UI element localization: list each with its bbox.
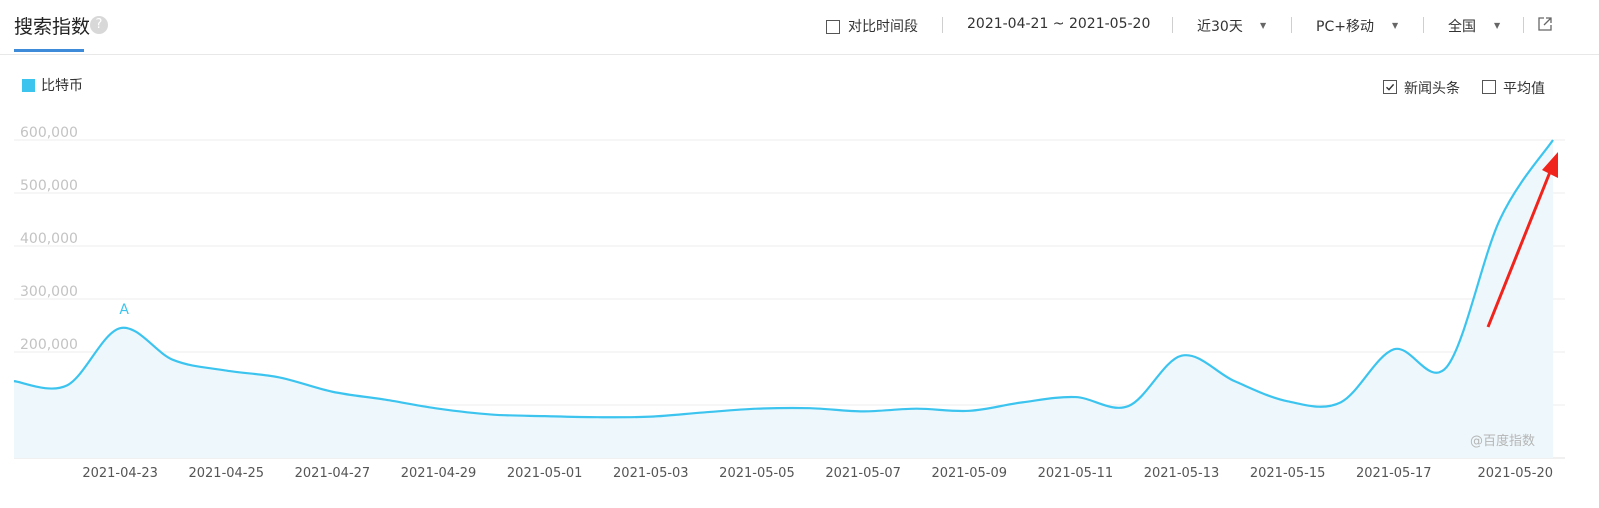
x-tick-label: 2021-04-23	[82, 466, 158, 481]
x-tick-label: 2021-05-20	[1477, 466, 1553, 481]
x-tick-label: 2021-05-09	[931, 466, 1007, 481]
x-tick-label: 2021-04-27	[295, 466, 371, 481]
search-index-chart: 100,000200,000300,000400,000500,000600,0…	[13, 125, 1565, 481]
x-tick-label: 2021-05-03	[613, 466, 689, 481]
x-tick-label: 2021-05-15	[1250, 466, 1326, 481]
x-tick-label: 2021-05-01	[507, 466, 583, 481]
x-tick-label: 2021-04-25	[188, 466, 264, 481]
x-tick-label: 2021-05-07	[825, 466, 901, 481]
x-tick-label: 2021-05-05	[719, 466, 795, 481]
y-tick-label: 400,000	[20, 231, 78, 247]
x-tick-label: 2021-05-13	[1144, 466, 1220, 481]
x-tick-label: 2021-05-11	[1038, 466, 1114, 481]
news-annotation-marker: A	[119, 302, 129, 318]
x-tick-label: 2021-04-29	[401, 466, 477, 481]
y-tick-label: 600,000	[20, 125, 78, 141]
x-tick-label: 2021-05-17	[1356, 466, 1432, 481]
y-tick-label: 200,000	[20, 337, 78, 353]
watermark: @百度指数	[1470, 434, 1536, 449]
y-tick-label: 300,000	[20, 284, 78, 300]
y-tick-label: 500,000	[20, 178, 78, 194]
